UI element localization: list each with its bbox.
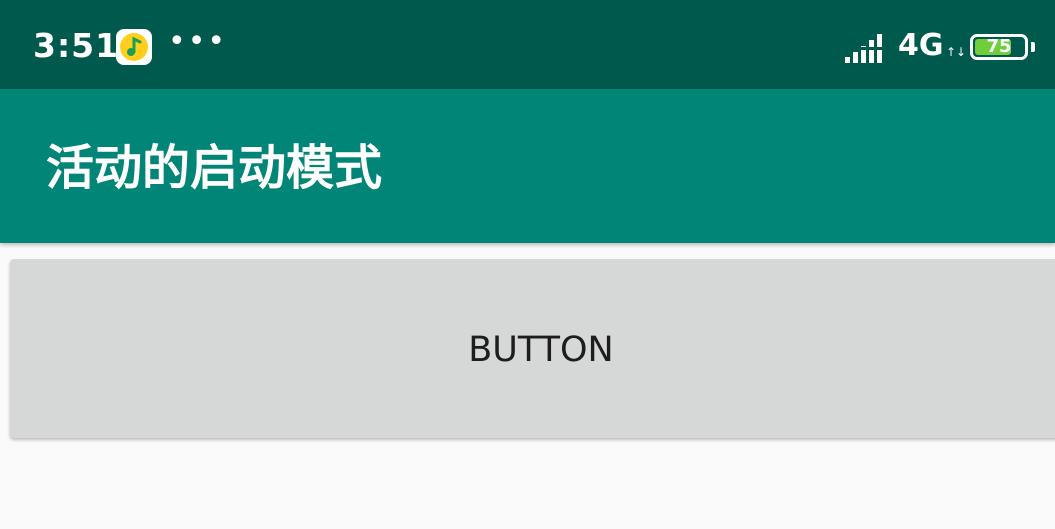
main-button-label: BUTTON [468,330,614,370]
status-bar: 3:51 ••• 4G ↑↓ 75 [0,0,1055,89]
battery-tip [1031,42,1035,52]
network-type: 4G [898,28,944,63]
battery-level: 75 [986,36,1012,57]
music-app-icon [116,29,152,65]
data-activity-icon: ↑↓ [946,45,967,59]
more-notifications-icon: ••• [168,24,228,59]
page-title: 活动的启动模式 [46,140,383,196]
battery-icon: 75 [970,34,1028,60]
main-button[interactable]: BUTTON [10,259,1055,438]
signal-bars-icon [845,32,887,68]
app-bar: 活动的启动模式 [0,89,1055,243]
status-time: 3:51 [33,26,120,65]
